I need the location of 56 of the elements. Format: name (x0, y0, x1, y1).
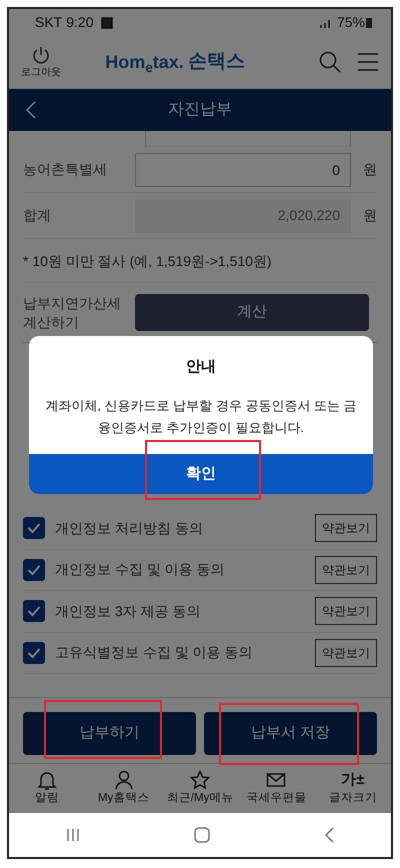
bell-icon (37, 770, 58, 790)
agreement-label: 개인정보 3자 제공 동의 (55, 602, 200, 621)
action-button[interactable]: 납부하기 (23, 712, 196, 755)
star-icon (190, 770, 210, 790)
search-button[interactable] (319, 50, 341, 74)
agreement-label: 개인정보 수집 및 이용 동의 (55, 560, 225, 580)
checkbox[interactable] (23, 558, 45, 581)
amount-field[interactable]: 0 (135, 152, 351, 186)
text-size-glyph: 가± (341, 770, 364, 790)
amount-display: 2,020,220 (135, 198, 351, 232)
check-icon (27, 605, 41, 618)
logo-korean-text: 손택스 (188, 50, 245, 74)
view-terms-button[interactable]: 약관보기 (315, 556, 377, 584)
note-text: * 10원 미만 절사 (예, 1,519원->1,510원) (23, 239, 377, 283)
recent-apps-icon[interactable] (65, 827, 81, 843)
view-terms-button[interactable]: 약관보기 (315, 514, 377, 542)
checkbox[interactable] (23, 642, 45, 664)
home-icon[interactable] (193, 826, 211, 844)
agreement-label: 개인정보 처리방침 동의 (55, 518, 203, 538)
checkbox[interactable] (23, 517, 45, 540)
view-terms-button[interactable]: 약관보기 (315, 638, 377, 667)
nav-tab[interactable]: My홈택스 (85, 764, 162, 813)
view-terms-button[interactable]: 약관보기 (315, 597, 377, 626)
dialog-title: 안내 (185, 357, 217, 377)
check-icon (27, 522, 41, 534)
image-icon (101, 16, 114, 28)
back-icon (25, 100, 37, 120)
search-icon (319, 50, 341, 73)
field-label: 농어촌특별세 (23, 160, 108, 179)
check-icon (27, 564, 41, 576)
nav-tab[interactable]: 최근/My메뉴 (162, 764, 238, 813)
page-title: 자진납부 (167, 100, 233, 120)
unit-label: 원 (362, 160, 377, 179)
battery-percent: 75% (336, 13, 365, 32)
dialog-message: 계좌이체, 신용카드로 납부할 경우 공동인증서 또는 금융인증서로 추가인증이 필요합니다. (44, 396, 358, 438)
status-time: 9:20 (66, 13, 94, 32)
calculate-button[interactable]: 계산 (135, 294, 369, 331)
menu-icon (357, 52, 379, 72)
power-icon (31, 44, 51, 64)
agreement-label: 고유식별정보 수집 및 이용 동의 (55, 643, 253, 662)
battery-icon (365, 16, 373, 29)
check-icon (27, 646, 41, 659)
back-nav-icon[interactable] (323, 826, 335, 844)
action-button[interactable]: 납부서 저장 (204, 712, 377, 755)
logout-button[interactable]: 로그아웃 (21, 44, 61, 80)
confirm-button[interactable]: 확인 (29, 454, 373, 494)
carrier-name: SKT (35, 13, 62, 32)
nav-tab[interactable]: 알림 (9, 764, 86, 813)
late-fee-label: 납부지연가산세 계산하기 (23, 294, 122, 332)
unit-label: 원 (362, 206, 377, 225)
nav-tab[interactable]: 국세우편물 (238, 764, 315, 813)
person-icon (114, 770, 134, 790)
logo-text: Hom$_{e}$tax. (105, 51, 184, 76)
nav-tab[interactable]: 가± 글자크기 (314, 764, 391, 813)
field-label: 합계 (23, 206, 52, 225)
checkbox[interactable] (23, 600, 45, 622)
